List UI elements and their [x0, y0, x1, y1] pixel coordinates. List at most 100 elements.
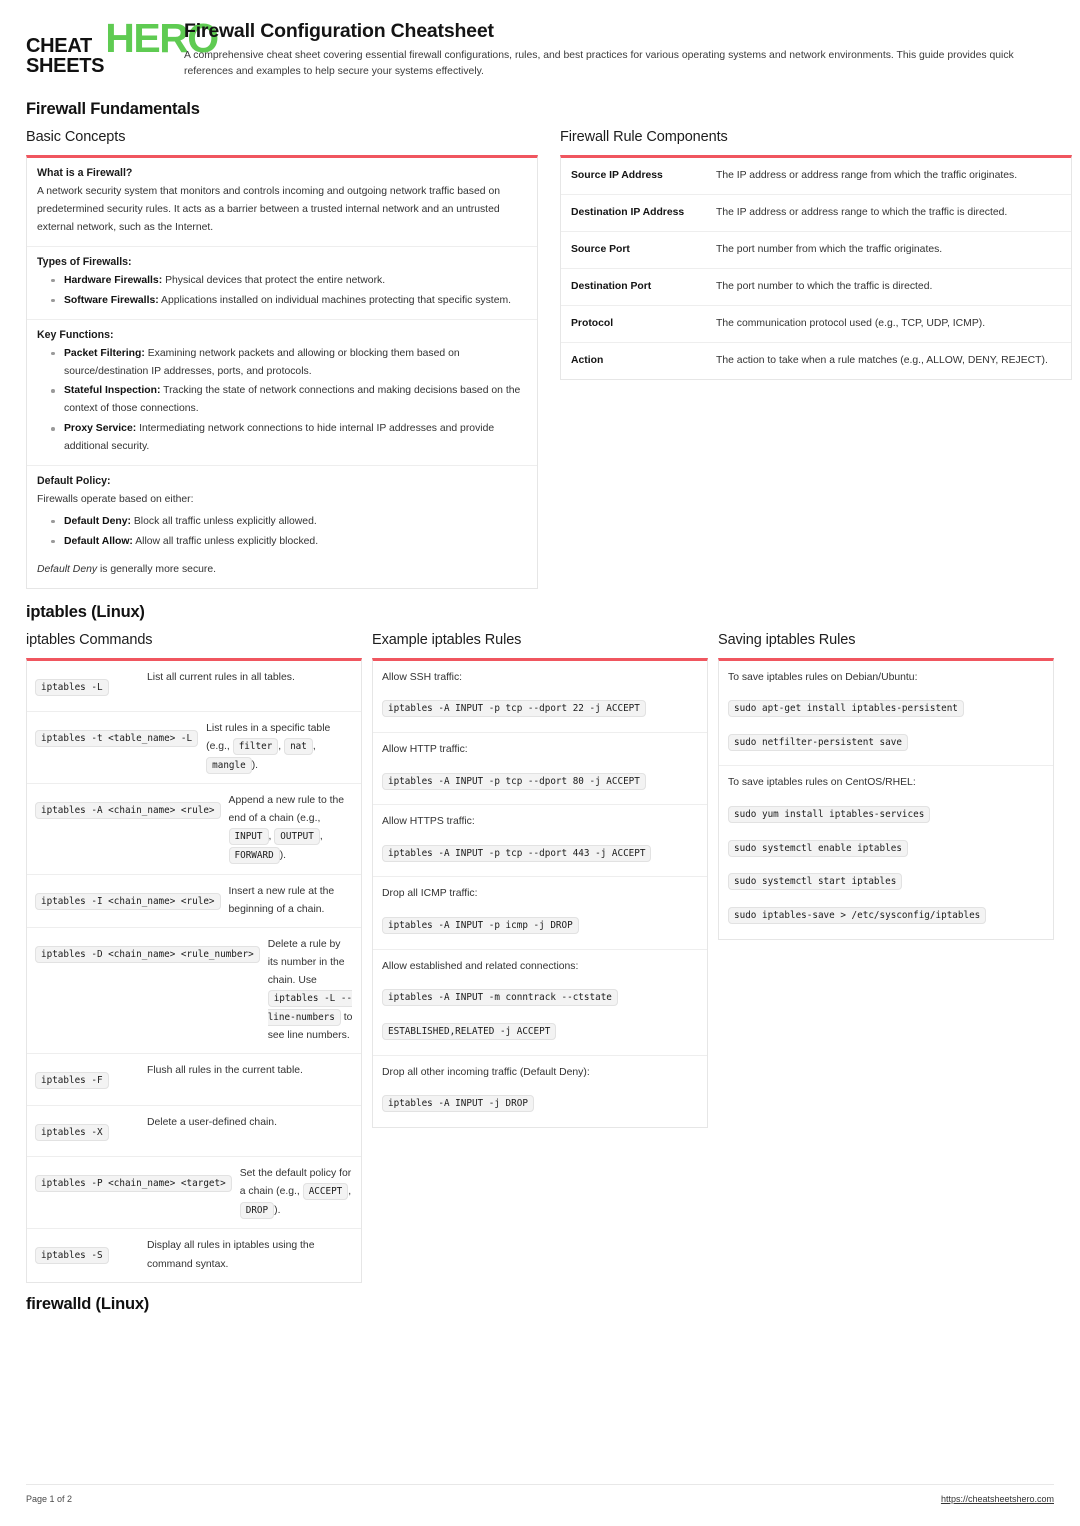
example-code-wrap: iptables -A INPUT -p tcp --dport 80 -j A… [382, 763, 698, 797]
description-cell: Delete a user-defined chain. [147, 1116, 277, 1128]
card-heading-basic-concepts: Basic Concepts [26, 129, 126, 146]
card-iptables-saving: To save iptables rules on Debian/Ubuntu:… [718, 657, 1054, 940]
list-item: Proxy Service: Intermediating network co… [37, 420, 527, 456]
code-chip: iptables -X [35, 1123, 109, 1141]
saving-label: To save iptables rules on Debian/Ubuntu: [728, 671, 918, 683]
column-basic-concepts: Basic Concepts What is a Firewall? A net… [26, 129, 538, 589]
list-item-desc: Block all traffic unless explicitly allo… [130, 515, 317, 527]
table-cell-value: The port number from which the traffic o… [716, 244, 943, 256]
command-cell: iptables -P <chain_name> <target> [35, 1165, 240, 1199]
description-cell: Set the default policy for a chain (e.g.… [239, 1165, 353, 1220]
row-types-of-firewalls: Types of Firewalls: Hardware Firewalls: … [27, 247, 537, 320]
list-item-term: Proxy Service: [64, 423, 137, 435]
code-chip: sudo iptables-save > /etc/sysconfig/ipta… [728, 906, 987, 924]
list-item: Stateful Inspection: Tracking the state … [37, 382, 527, 418]
code-chip: OUTPUT [274, 828, 320, 846]
list-item: Packet Filtering: Examining network pack… [37, 345, 527, 381]
types-list: Hardware Firewalls: Physical devices tha… [37, 272, 527, 310]
command-cell: iptables -A <chain_name> <rule> [35, 792, 229, 826]
table-row: Protocol The communication protocol used… [561, 306, 1071, 343]
table-row: iptables -X Delete a user-defined chain. [27, 1106, 361, 1158]
column-rule-components: Firewall Rule Components Source IP Addre… [560, 129, 1072, 588]
code-chip: iptables -S [35, 1247, 109, 1265]
cheatsheet-page: CHEAT SHEETS HERO Firewall Configuration… [0, 0, 1080, 1526]
types-heading: Types of Firewalls: [37, 255, 132, 268]
example-code-wrap: iptables -A INPUT -m conntrack --ctstate… [382, 979, 698, 1046]
brand-logo-left: CHEAT SHEETS [26, 36, 105, 77]
code-chip: iptables -A INPUT -j DROP [382, 1095, 534, 1113]
code-chip: sudo systemctl start iptables [728, 873, 903, 891]
card-heading-iptables-saving: Saving iptables Rules [718, 631, 856, 648]
table-row: iptables -L List all current rules in al… [27, 661, 361, 712]
column-iptables-examples: Example iptables Rules Allow SSH traffic… [372, 632, 708, 1283]
row-default-policy: Default Policy: Firewalls operate based … [27, 466, 537, 588]
footer-website-link[interactable]: https://cheatsheetshero.com [941, 1494, 1054, 1504]
column-iptables-saving: Saving iptables Rules To save iptables r… [718, 632, 1054, 1283]
card-heading-iptables-commands: iptables Commands [26, 631, 153, 648]
brand-logo: CHEAT SHEETS HERO [26, 18, 219, 77]
code-chip: ESTABLISHED,RELATED -j ACCEPT [382, 1023, 557, 1041]
desc-post: ). [279, 850, 287, 862]
command-cell: iptables -F [35, 1062, 147, 1096]
description-cell: Flush all rules in the current table. [147, 1065, 303, 1077]
desc-pre: Append a new rule to the end of a chain … [228, 795, 345, 825]
card-iptables-examples: Allow SSH traffic: iptables -A INPUT -p … [372, 657, 708, 1128]
code-chip: iptables -A <chain_name> <rule> [35, 802, 221, 820]
command-cell: iptables -L [35, 669, 147, 703]
code-chip: iptables -A INPUT -p tcp --dport 22 -j A… [382, 700, 646, 718]
page-footer: Page 1 of 2 https://cheatsheetshero.com [26, 1484, 1054, 1504]
command-cell: iptables -t <table_name> -L [35, 720, 206, 754]
description-cell: Insert a new rule at the beginning of a … [228, 885, 335, 915]
list-item: Hardware Firewalls: Physical devices tha… [37, 272, 527, 290]
what-is-firewall-heading: What is a Firewall? [37, 167, 133, 180]
table-row: iptables -A <chain_name> <rule> Append a… [27, 784, 361, 875]
row-key-functions: Key Functions: Packet Filtering: Examini… [27, 320, 537, 467]
default-policy-list: Default Deny: Block all traffic unless e… [37, 513, 527, 551]
list-item-term: Hardware Firewalls: [64, 274, 163, 286]
iptables-columns: iptables Commands iptables -L List all c… [26, 632, 1054, 1283]
list-item-desc: Allow all traffic unless explicitly bloc… [132, 535, 319, 547]
example-code-wrap: iptables -A INPUT -p tcp --dport 443 -j … [382, 835, 698, 869]
example-label: Allow SSH traffic: [382, 671, 463, 683]
code-chip: iptables -D <chain_name> <rule_number> [35, 945, 260, 963]
table-row: Source IP Address The IP address or addr… [561, 158, 1071, 196]
list-item-term: Packet Filtering: [64, 347, 145, 359]
default-policy-note: Default Deny is generally more secure. [37, 561, 527, 579]
list-item: Software Firewalls: Applications install… [37, 292, 527, 310]
table-cell-key: Protocol [571, 317, 614, 329]
footer-page-number: Page 1 of 2 [26, 1494, 73, 1504]
brand-line-2: SHEETS [26, 55, 105, 77]
command-cell: iptables -S [35, 1237, 147, 1271]
desc-pre: Delete a rule by its number in the chain… [267, 938, 345, 987]
card-iptables-commands: iptables -L List all current rules in al… [26, 657, 362, 1283]
code-chip: iptables -A INPUT -p tcp --dport 80 -j A… [382, 772, 646, 790]
code-chip: iptables -L [35, 678, 109, 696]
desc-post: ). [274, 1204, 281, 1216]
table-row: Action The action to take when a rule ma… [561, 343, 1071, 379]
list-item-term: Software Firewalls: [64, 294, 159, 306]
list-item: Default Allow: Allow all traffic unless … [37, 533, 527, 551]
table-row: iptables -I <chain_name> <rule> Insert a… [27, 875, 361, 928]
code-chip: sudo netfilter-persistent save [728, 733, 908, 751]
default-policy-heading: Default Policy: [37, 475, 111, 488]
card-heading-rule-components: Firewall Rule Components [560, 129, 728, 146]
code-chip: sudo systemctl enable iptables [728, 839, 908, 857]
header-text-block: Firewall Configuration Cheatsheet A comp… [184, 18, 1054, 80]
description-cell: List all current rules in all tables. [147, 671, 295, 683]
code-chip: iptables -A INPUT -p icmp -j DROP [382, 917, 579, 935]
list-item-term: Default Deny: [64, 515, 131, 527]
table-cell-value: The action to take when a rule matches (… [716, 354, 1048, 366]
table-cell-key: Destination Port [571, 280, 652, 292]
row-what-is-firewall: What is a Firewall? A network security s… [27, 158, 537, 247]
example-row: Allow HTTPS traffic: iptables -A INPUT -… [373, 805, 707, 878]
desc-post: ). [251, 759, 259, 771]
sep: , [348, 1186, 352, 1198]
example-row: Drop all ICMP traffic: iptables -A INPUT… [373, 877, 707, 950]
description-cell: Delete a rule by its number in the chain… [267, 936, 353, 1046]
example-row: Allow SSH traffic: iptables -A INPUT -p … [373, 661, 707, 733]
code-chip: iptables -t <table_name> -L [35, 730, 199, 747]
table-cell-key: Source Port [571, 244, 630, 256]
page-title: Firewall Configuration Cheatsheet [184, 20, 494, 42]
table-cell-key: Source IP Address [571, 170, 663, 182]
default-policy-intro: Firewalls operate based on either: [37, 494, 194, 506]
